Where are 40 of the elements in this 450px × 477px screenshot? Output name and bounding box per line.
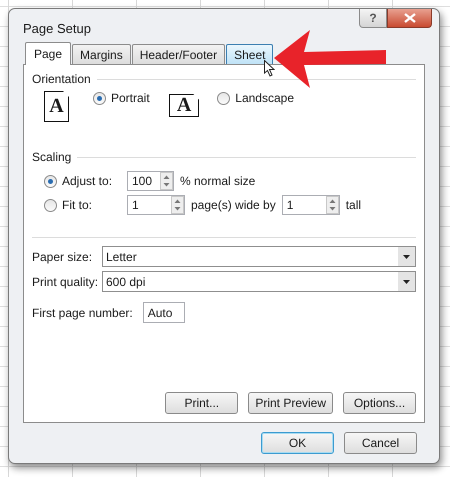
section-title: Scaling <box>32 150 72 164</box>
dialog-button[interactable]: Cancel <box>344 432 417 454</box>
field-label: Print quality: <box>32 274 100 288</box>
close-icon <box>404 13 416 23</box>
input-field[interactable]: Auto <box>142 302 185 323</box>
radio-label[interactable]: Adjust to: <box>62 174 112 188</box>
dropdown[interactable]: 600 dpi <box>102 271 416 292</box>
dialog-button[interactable]: OK <box>261 432 334 454</box>
dialog-button[interactable]: Print... <box>165 392 238 414</box>
spinner-arrows-icon[interactable] <box>160 172 173 190</box>
spin-field[interactable]: 1 <box>127 195 185 215</box>
close-button[interactable] <box>387 9 432 28</box>
dialog-button[interactable]: Options... <box>343 392 416 414</box>
tab[interactable]: Margins <box>72 44 131 64</box>
landscape-page-icon: A <box>169 94 200 117</box>
field-label: First page number: <box>32 306 133 320</box>
radio-label[interactable]: Landscape <box>235 91 294 105</box>
radio-label[interactable]: Portrait <box>111 91 150 105</box>
tab[interactable]: Header/Footer <box>132 44 226 64</box>
tab[interactable]: Page <box>25 42 72 65</box>
window-title: Page Setup <box>23 21 92 36</box>
spinner-arrows-icon[interactable] <box>171 196 184 214</box>
radio-button[interactable] <box>217 92 230 104</box>
tab[interactable]: Sheet <box>226 44 274 64</box>
portrait-page-icon: A <box>44 91 69 122</box>
radio-button[interactable] <box>44 198 57 212</box>
unit-label: % normal size <box>180 174 256 188</box>
spinner-arrows-icon[interactable] <box>326 196 339 214</box>
unit-label: tall <box>346 198 362 212</box>
radio-label[interactable]: Fit to: <box>62 198 92 212</box>
dialog-button[interactable]: Print Preview <box>248 392 333 414</box>
unit-label: page(s) wide by <box>191 198 276 212</box>
section-title: Orientation <box>32 72 91 86</box>
spin-field[interactable]: 1 <box>282 195 340 215</box>
dropdown[interactable]: Letter <box>102 246 416 267</box>
field-label: Paper size: <box>32 250 94 264</box>
radio-button[interactable] <box>44 174 57 188</box>
radio-button[interactable] <box>93 92 106 104</box>
help-button[interactable]: ? <box>359 9 387 28</box>
spin-field[interactable]: 100 <box>127 171 174 191</box>
